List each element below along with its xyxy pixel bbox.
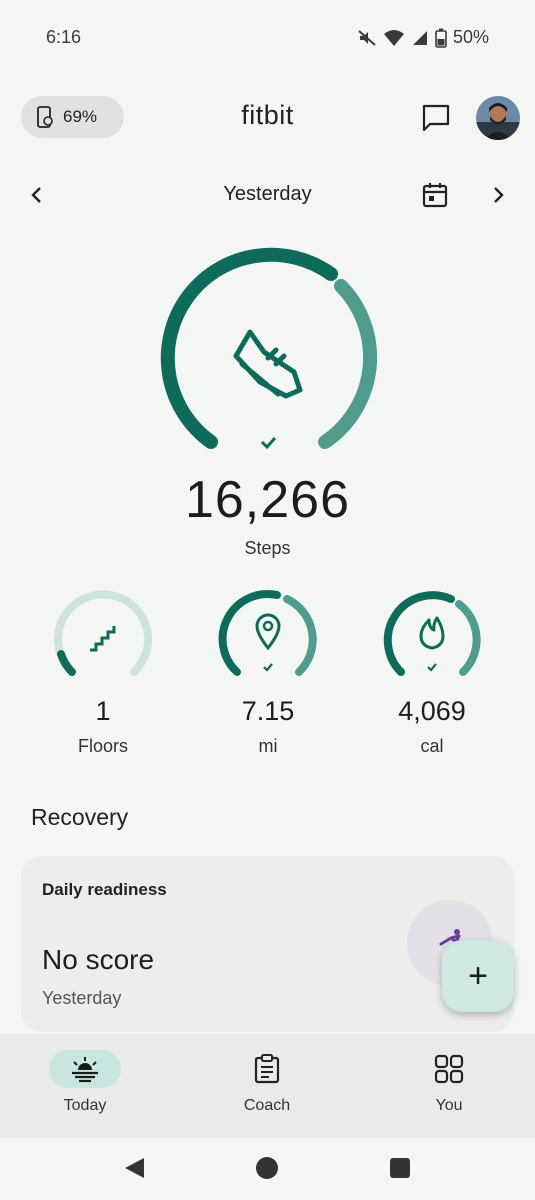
card-title: Daily readiness xyxy=(42,880,167,899)
system-home-icon[interactable] xyxy=(256,1157,278,1179)
header: 69% fitbit xyxy=(0,90,535,144)
nav-coach-indicator xyxy=(231,1050,303,1088)
system-nav-buttons xyxy=(125,1157,410,1179)
status-icons: 50% xyxy=(357,27,489,48)
nav-tab-today[interactable]: Today xyxy=(15,1034,155,1138)
readiness-date: Yesterday xyxy=(42,988,122,1008)
battery-icon xyxy=(435,28,447,48)
daily-readiness-card[interactable]: Daily readiness No score Yesterday xyxy=(21,856,514,1032)
distance-label: mi xyxy=(258,736,278,756)
nav-today-indicator xyxy=(49,1050,121,1088)
clipboard-icon xyxy=(254,1054,280,1084)
system-recents-icon[interactable] xyxy=(390,1158,410,1178)
signal-icon xyxy=(412,30,427,45)
location-pin-icon xyxy=(255,613,281,651)
flame-icon xyxy=(419,616,445,650)
calories-ring xyxy=(383,591,481,676)
distance-ring xyxy=(218,590,317,676)
nav-you-indicator xyxy=(413,1050,485,1088)
wifi-icon xyxy=(383,29,404,46)
steps-progress-ring[interactable] xyxy=(148,244,388,464)
status-time: 6:16 xyxy=(46,27,82,47)
steps-value: 16,266 xyxy=(184,471,351,529)
floors-label: Floors xyxy=(77,736,128,756)
messages-icon[interactable] xyxy=(420,102,452,134)
avatar[interactable] xyxy=(476,96,520,140)
mute-icon xyxy=(358,29,376,46)
status-bar: 6:16 50% xyxy=(0,0,535,76)
steps-ring-arc-dark xyxy=(160,247,338,449)
date-label: Yesterday xyxy=(223,183,312,205)
distance-value: 7.15 xyxy=(241,696,295,726)
distance-check-icon xyxy=(263,663,273,672)
steps-check-icon xyxy=(260,437,277,450)
nav-you-label: You xyxy=(435,1097,463,1114)
steps-label: Steps xyxy=(244,538,291,558)
date-navigation: Yesterday xyxy=(0,174,535,216)
stairs-icon xyxy=(90,626,116,652)
calendar-icon[interactable] xyxy=(420,180,450,210)
metric-calories[interactable]: 4,069 cal xyxy=(367,588,497,768)
recovery-section-title: Recovery xyxy=(31,804,129,830)
avatar-image xyxy=(476,96,520,140)
sunrise-icon xyxy=(72,1057,98,1083)
floors-ring xyxy=(54,590,152,676)
add-label: + xyxy=(468,956,488,995)
calories-check-icon xyxy=(427,663,437,672)
grid-icon xyxy=(434,1054,464,1084)
app-title: fitbit xyxy=(241,100,294,130)
shoe-icon xyxy=(233,329,303,399)
system-navigation-bar xyxy=(0,1138,535,1200)
metric-distance[interactable]: 7.15 mi xyxy=(203,588,333,768)
steps-ring-arc-light xyxy=(318,279,378,449)
calories-label: cal xyxy=(420,736,444,756)
battery-percent: 50% xyxy=(452,27,489,47)
bottom-navigation: Today Coach You xyxy=(0,1034,535,1138)
nav-coach-label: Coach xyxy=(243,1097,291,1114)
calories-value: 4,069 xyxy=(398,696,466,726)
metric-floors[interactable]: 1 Floors xyxy=(38,588,168,768)
nav-today-label: Today xyxy=(63,1097,107,1114)
readiness-score: No score xyxy=(42,944,155,975)
system-back-icon[interactable] xyxy=(125,1158,144,1178)
nav-tab-you[interactable]: You xyxy=(379,1034,519,1138)
chevron-right-icon[interactable] xyxy=(485,182,511,208)
floors-value: 1 xyxy=(95,696,111,726)
add-button[interactable]: + xyxy=(442,940,514,1012)
nav-tab-coach[interactable]: Coach xyxy=(197,1034,337,1138)
